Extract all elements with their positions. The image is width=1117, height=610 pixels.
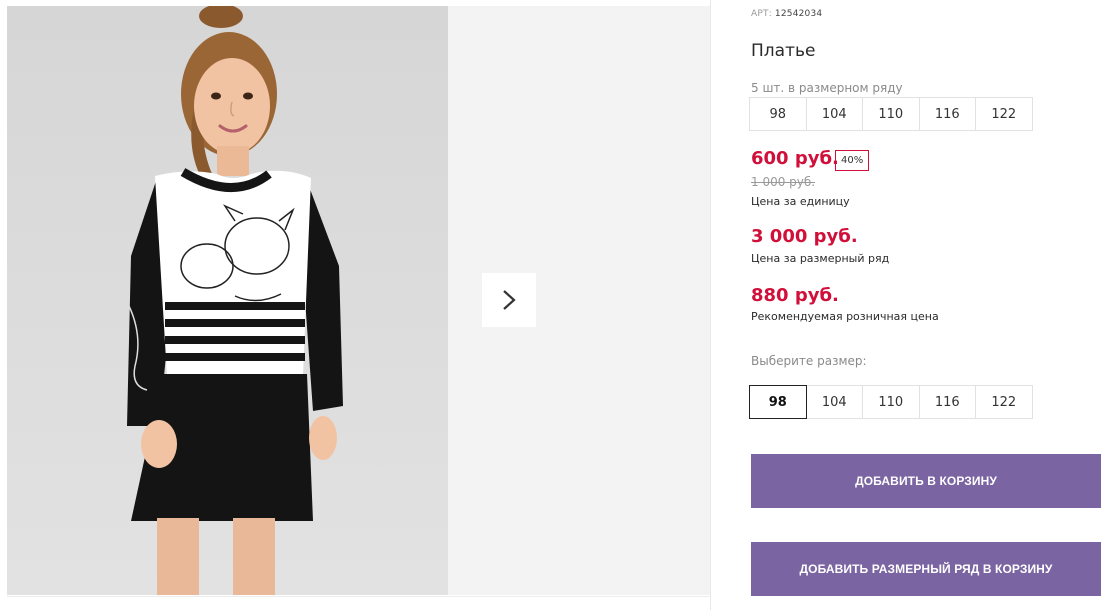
unit-price-caption: Цена за единицу bbox=[751, 195, 850, 208]
product-title: Платье bbox=[751, 41, 816, 61]
size-option-104[interactable]: 104 bbox=[805, 385, 863, 419]
article-label: АРТ: bbox=[751, 9, 772, 19]
retail-price-caption: Рекомендуемая розничная цена bbox=[751, 310, 939, 323]
old-price: 1 000 руб. bbox=[751, 175, 816, 189]
size-run-price-caption: Цена за размерный ряд bbox=[751, 252, 890, 265]
product-photo[interactable] bbox=[7, 6, 448, 595]
gallery-bottom-border bbox=[7, 596, 710, 597]
article-value: 12542034 bbox=[774, 9, 823, 19]
choose-size-label: Выберите размер: bbox=[751, 354, 867, 368]
size-selector: 98 104 110 116 122 bbox=[749, 385, 1033, 419]
next-image-button[interactable] bbox=[482, 273, 536, 327]
size-option-98[interactable]: 98 bbox=[749, 385, 807, 419]
size-run-item: 122 bbox=[975, 97, 1033, 131]
size-option-110[interactable]: 110 bbox=[862, 385, 920, 419]
size-run-item: 116 bbox=[918, 97, 976, 131]
size-run-list: 98 104 110 116 122 bbox=[749, 97, 1033, 131]
size-option-116[interactable]: 116 bbox=[918, 385, 976, 419]
size-run-item: 104 bbox=[805, 97, 863, 131]
size-run-item: 110 bbox=[862, 97, 920, 131]
discount-badge: 40% bbox=[835, 150, 870, 171]
add-to-cart-button[interactable]: ДОБАВИТЬ В КОРЗИНУ bbox=[751, 454, 1101, 508]
product-photo-illustration bbox=[127, 6, 343, 595]
add-size-run-to-cart-button[interactable]: ДОБАВИТЬ РАЗМЕРНЫЙ РЯД В КОРЗИНУ bbox=[751, 542, 1101, 596]
product-gallery bbox=[7, 6, 710, 595]
article-number: АРТ: 12542034 bbox=[751, 9, 822, 19]
chevron-right-icon bbox=[503, 290, 516, 310]
retail-price: 880 руб. bbox=[751, 285, 839, 306]
size-option-122[interactable]: 122 bbox=[975, 385, 1033, 419]
unit-price: 600 руб. bbox=[751, 148, 839, 169]
panel-divider bbox=[710, 0, 711, 610]
size-run-price: 3 000 руб. bbox=[751, 226, 858, 247]
size-run-item: 98 bbox=[749, 97, 807, 131]
size-run-note: 5 шт. в размерном ряду bbox=[751, 81, 903, 95]
